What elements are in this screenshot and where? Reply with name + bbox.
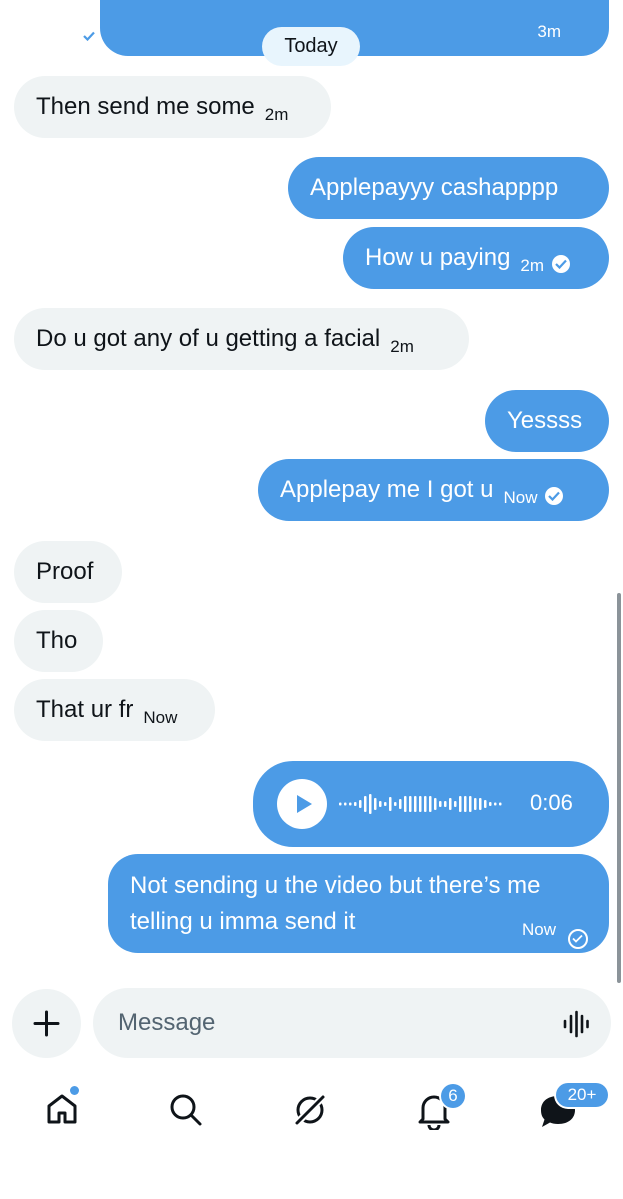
date-divider: Today [262, 27, 360, 66]
message-bubble-outgoing[interactable]: Applepay me I got u Now [258, 459, 609, 521]
search-icon [170, 1094, 202, 1126]
add-attachment-button[interactable] [12, 989, 81, 1058]
message-text: Yessss [507, 407, 583, 434]
message-bubble-outgoing[interactable]: Not sending u the video but there’s me t… [108, 854, 609, 953]
message-bubble-incoming[interactable]: Proof [14, 541, 122, 603]
message-bubble-outgoing[interactable]: How u paying 2m [343, 227, 609, 289]
read-check-icon [552, 255, 571, 273]
message-timestamp: Now [143, 708, 178, 727]
scrollbar[interactable] [617, 593, 621, 983]
grok-icon [292, 1092, 328, 1128]
read-check-icon [545, 487, 564, 505]
message-bubble-outgoing[interactable]: Applepayyy cashapppp [288, 157, 609, 219]
sent-check-icon [568, 929, 588, 949]
message-bubble-incoming[interactable]: Tho [14, 610, 103, 672]
message-text: How u paying [365, 244, 511, 271]
messages-badge: 20+ [556, 1083, 608, 1107]
message-bubble-incoming[interactable]: Do u got any of u getting a facial 2m [14, 308, 469, 370]
message-text-line: Not sending u the video but there’s me [130, 872, 541, 899]
nav-home[interactable] [40, 1086, 86, 1132]
nav-notifications[interactable]: 6 [412, 1084, 468, 1134]
nav-search[interactable] [164, 1088, 208, 1132]
play-icon [297, 795, 312, 813]
play-button[interactable] [277, 779, 327, 829]
message-text: Applepayyy cashapppp [310, 174, 559, 201]
message-bubble-incoming[interactable]: That ur fr Now [14, 679, 215, 741]
home-icon [47, 1094, 77, 1124]
voice-message-bubble[interactable]: 0:06 [253, 761, 609, 847]
message-bubble-outgoing[interactable]: Yessss [485, 390, 609, 452]
notifications-badge: 6 [441, 1084, 465, 1108]
message-timestamp: Now [503, 488, 538, 507]
message-text: Tho [36, 627, 78, 654]
message-timestamp: 3m [537, 22, 561, 41]
message-text: Proof [36, 558, 94, 585]
message-text: Applepay me I got u [280, 476, 494, 503]
bottom-nav: 6 20+ [0, 1070, 623, 1199]
message-text: Do u got any of u getting a facial [36, 325, 381, 352]
nav-grok[interactable] [288, 1088, 332, 1132]
read-check-icon [80, 27, 98, 45]
message-timestamp: 2m [390, 337, 414, 356]
message-input-placeholder: Message [118, 1009, 216, 1036]
message-bubble-incoming[interactable]: Then send me some 2m [14, 76, 331, 138]
message-timestamp: 2m [264, 105, 289, 124]
voice-record-icon[interactable] [562, 1010, 590, 1038]
waveform-icon [339, 794, 502, 814]
message-text: That ur fr [36, 696, 134, 723]
message-text-line: telling u imma send it [130, 908, 356, 935]
message-timestamp: 2m [520, 256, 545, 275]
message-input[interactable]: Message [93, 988, 611, 1058]
unread-dot [70, 1086, 79, 1095]
nav-messages[interactable]: 20+ [536, 1082, 608, 1134]
date-divider-label: Today [284, 35, 338, 57]
message-timestamp: Now [522, 920, 557, 939]
plus-icon [33, 1010, 60, 1037]
voice-duration: 0:06 [530, 790, 573, 815]
message-text: Then send me some [36, 93, 255, 120]
